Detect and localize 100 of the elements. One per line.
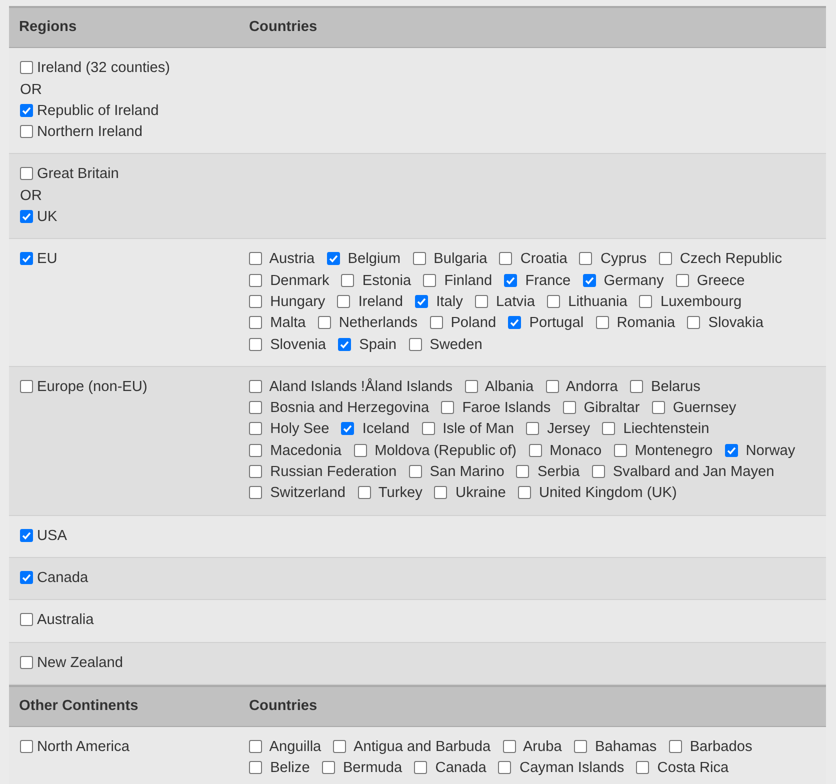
region-label[interactable]: USA	[37, 528, 68, 544]
checkbox[interactable]	[414, 761, 428, 774]
country-label[interactable]: Andorra	[566, 378, 618, 395]
checkbox[interactable]	[430, 316, 443, 330]
country-label[interactable]: Greece	[696, 272, 745, 289]
checkbox[interactable]	[20, 656, 33, 669]
region-label[interactable]: New Zealand	[37, 654, 123, 671]
country-label[interactable]: Denmark	[270, 272, 330, 289]
region-label[interactable]: Republic of Ireland	[37, 102, 159, 119]
checkbox[interactable]	[596, 316, 609, 330]
checkbox[interactable]	[434, 486, 448, 500]
checkbox[interactable]	[20, 613, 33, 626]
checkbox[interactable]	[249, 761, 262, 774]
checkbox[interactable]	[249, 252, 262, 266]
region-label[interactable]: UK	[37, 209, 58, 226]
country-label[interactable]: Anguilla	[269, 739, 322, 756]
country-label[interactable]: Croatia	[520, 251, 568, 268]
country-label[interactable]: Serbia	[538, 464, 580, 480]
checkbox[interactable]	[668, 740, 682, 754]
country-label[interactable]: San Marino	[430, 464, 504, 480]
checkbox[interactable]	[687, 316, 700, 330]
country-label[interactable]: Netherlands	[338, 315, 418, 332]
checkbox[interactable]	[333, 740, 346, 754]
country-label[interactable]: Bermuda	[342, 760, 402, 776]
country-label[interactable]: Slovenia	[270, 336, 326, 353]
checkbox[interactable]	[249, 465, 262, 478]
country-label[interactable]: Macedonia	[270, 442, 342, 459]
country-label[interactable]: Switzerland	[270, 485, 346, 502]
country-label[interactable]: Sweden	[430, 336, 482, 353]
checkbox[interactable]	[249, 422, 262, 436]
country-label[interactable]: Svalbard and Jan Mayen	[612, 464, 774, 480]
checkbox[interactable]	[498, 761, 512, 774]
checkbox[interactable]	[249, 444, 262, 457]
checkbox[interactable]	[322, 761, 335, 774]
country-label[interactable]: Guernsey	[672, 400, 736, 416]
checkbox[interactable]	[415, 294, 428, 308]
country-label[interactable]: Slovakia	[708, 315, 764, 332]
checkbox[interactable]	[516, 465, 530, 478]
country-label[interactable]: Belgium	[348, 251, 401, 268]
checkbox[interactable]	[639, 294, 652, 308]
checkbox[interactable]	[676, 274, 689, 287]
checkbox[interactable]	[20, 740, 33, 754]
checkbox[interactable]	[20, 104, 33, 117]
checkbox[interactable]	[20, 61, 33, 74]
country-label[interactable]: Aruba	[522, 739, 562, 756]
region-label[interactable]: North America	[37, 739, 130, 756]
country-label[interactable]: Austria	[269, 251, 315, 268]
country-label[interactable]: United Kingdom (UK)	[538, 485, 677, 502]
country-label[interactable]: Belarus	[650, 378, 700, 395]
country-label[interactable]: Spain	[359, 336, 396, 353]
country-label[interactable]: Aland Islands !Åland Islands	[269, 378, 453, 395]
country-label[interactable]: Ireland	[358, 294, 403, 310]
checkbox[interactable]	[249, 316, 262, 330]
country-label[interactable]: Norway	[746, 442, 796, 459]
checkbox[interactable]	[358, 486, 371, 500]
checkbox[interactable]	[547, 294, 560, 308]
checkbox[interactable]	[652, 401, 665, 414]
country-label[interactable]: Isle of Man	[442, 421, 514, 438]
checkbox[interactable]	[20, 167, 33, 180]
country-label[interactable]: Canada	[435, 760, 486, 776]
checkbox[interactable]	[20, 380, 33, 393]
country-label[interactable]: Iceland	[362, 421, 410, 438]
checkbox[interactable]	[249, 274, 262, 287]
country-label[interactable]: Costa Rica	[657, 760, 729, 776]
checkbox[interactable]	[20, 528, 33, 542]
country-label[interactable]: Holy See	[270, 421, 330, 438]
checkbox[interactable]	[602, 422, 616, 436]
country-label[interactable]: Cayman Islands	[520, 760, 624, 776]
checkbox[interactable]	[249, 740, 262, 754]
country-label[interactable]: Czech Republic	[680, 251, 782, 268]
checkbox[interactable]	[249, 486, 262, 500]
checkbox[interactable]	[441, 401, 454, 414]
checkbox[interactable]	[579, 252, 592, 266]
country-label[interactable]: Luxembourg	[660, 294, 742, 310]
country-label[interactable]: Bahamas	[595, 739, 657, 756]
checkbox[interactable]	[326, 252, 340, 266]
checkbox[interactable]	[408, 465, 422, 478]
country-label[interactable]: Antigua and Barbuda	[354, 739, 491, 756]
country-label[interactable]: Gibraltar	[584, 400, 640, 416]
region-label[interactable]: Northern Ireland	[37, 124, 142, 140]
country-label[interactable]: Hungary	[270, 294, 326, 310]
checkbox[interactable]	[354, 444, 367, 457]
checkbox[interactable]	[630, 380, 643, 393]
checkbox[interactable]	[249, 380, 262, 393]
checkbox[interactable]	[20, 570, 33, 584]
checkbox[interactable]	[412, 252, 426, 266]
country-label[interactable]: Barbados	[690, 739, 752, 756]
country-label[interactable]: Italy	[436, 294, 463, 310]
checkbox[interactable]	[508, 316, 522, 330]
checkbox[interactable]	[546, 380, 559, 393]
checkbox[interactable]	[474, 294, 488, 308]
checkbox[interactable]	[422, 422, 435, 436]
checkbox[interactable]	[724, 444, 738, 457]
checkbox[interactable]	[337, 294, 350, 308]
checkbox[interactable]	[423, 274, 436, 287]
region-label[interactable]: Australia	[37, 612, 94, 628]
checkbox[interactable]	[20, 252, 33, 266]
country-label[interactable]: Latvia	[496, 294, 535, 310]
country-label[interactable]: Turkey	[378, 485, 422, 502]
country-label[interactable]: Malta	[270, 315, 306, 332]
